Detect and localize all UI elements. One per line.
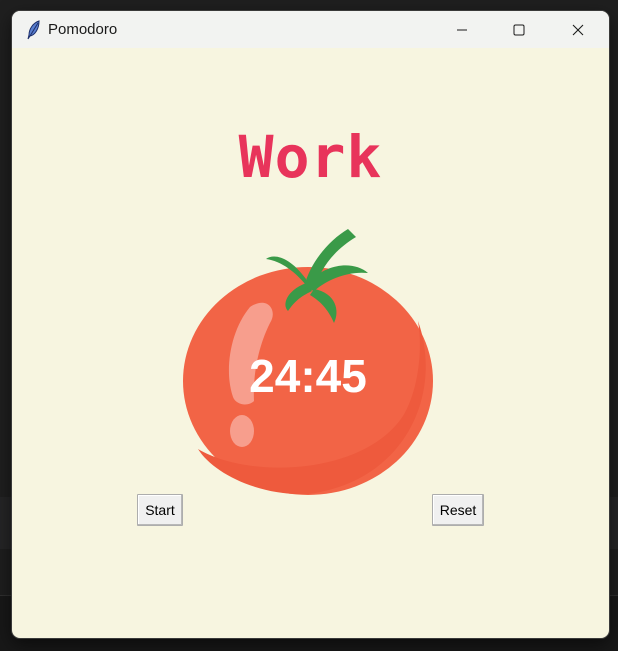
close-icon [572,24,584,35]
feather-icon [26,20,42,40]
reset-button[interactable]: Reset [432,494,484,526]
title-bar[interactable]: Pomodoro [12,11,609,48]
timer-display: 24:45 [249,350,367,402]
maximize-icon [513,24,525,35]
start-button[interactable]: Start [137,494,183,526]
minimize-button[interactable] [439,11,485,48]
maximize-button[interactable] [496,11,542,48]
close-button[interactable] [555,11,601,48]
pomodoro-window: Pomodoro Work 24:45 Start Reset [12,11,609,638]
mode-heading: Work [238,123,383,191]
minimize-icon [457,29,467,30]
window-title: Pomodoro [48,21,118,38]
